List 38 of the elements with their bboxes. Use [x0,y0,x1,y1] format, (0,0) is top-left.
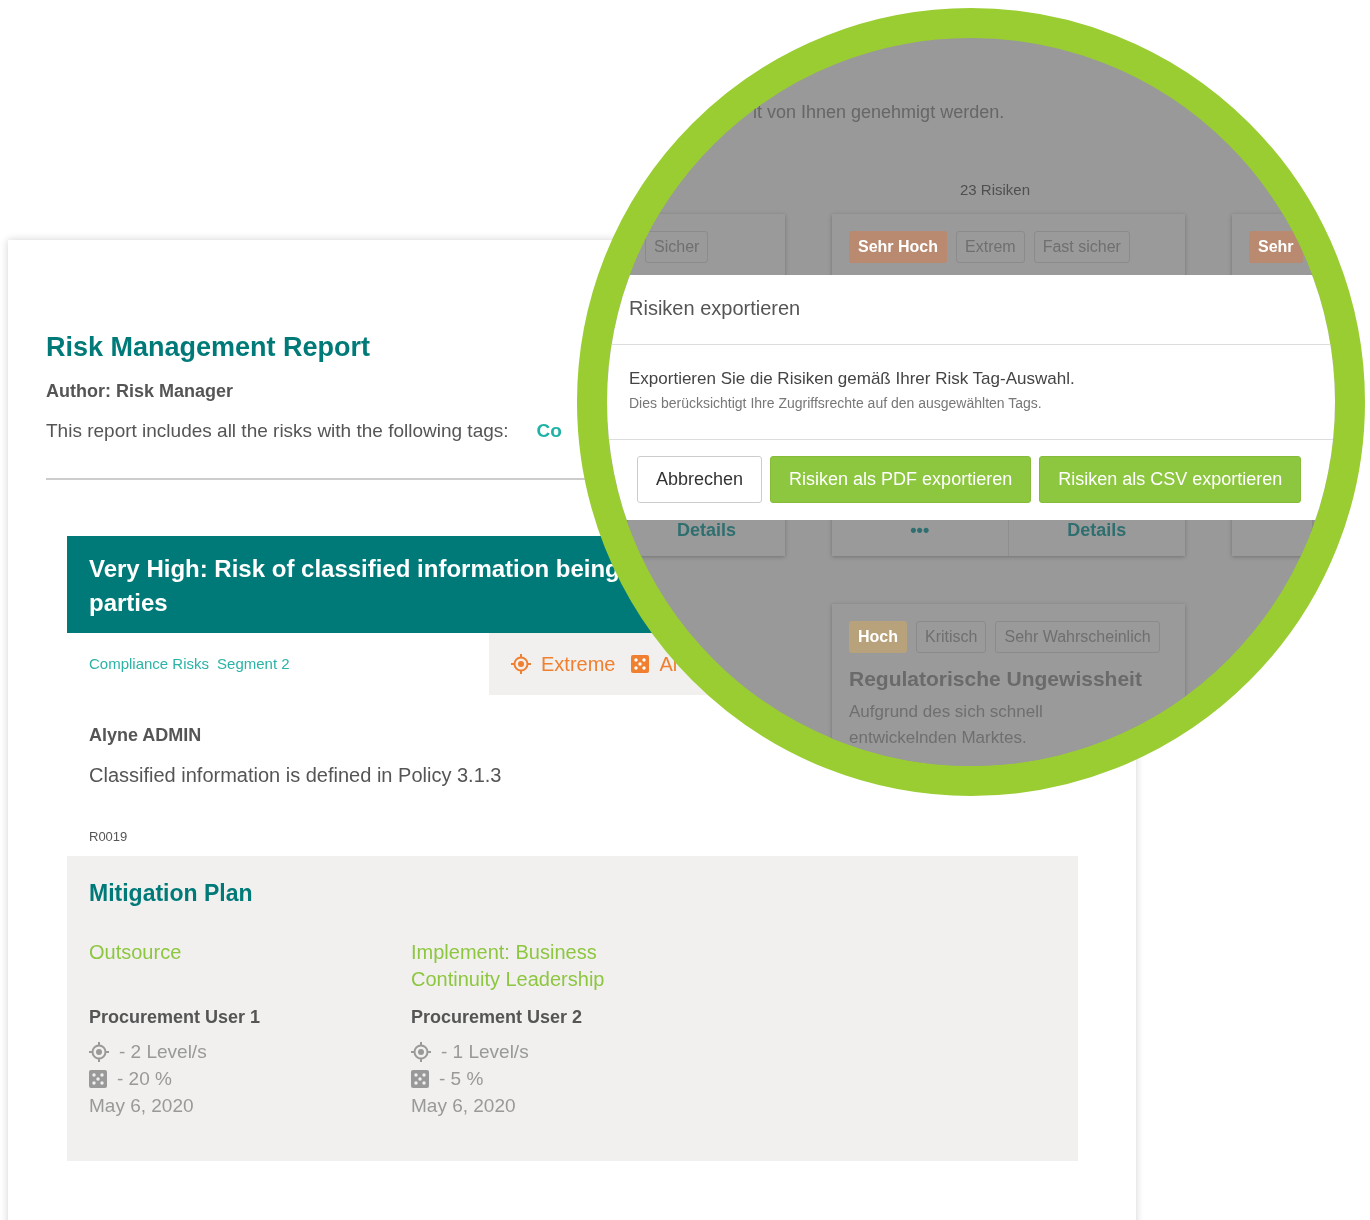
level-tag: Sehr [1249,231,1303,263]
risk-description: Classified information is defined in Policy 3.1.3 [89,764,502,787]
target-icon [89,1041,109,1062]
risk-title: parties [89,588,168,618]
measure-name: Outsource [89,940,183,965]
risk-owner: Alyne ADMIN [89,725,202,746]
cancel-button[interactable]: Abbrechen [637,456,763,503]
dice-icon [631,655,650,673]
risk-id: R0019 [89,829,128,844]
export-button[interactable]: Risiken als CSV exportieren [1039,456,1302,503]
risk-tag: Segment 2 [217,655,290,672]
measure-owner: Procurement User 1 [89,1007,262,1028]
dialog-title: Risiken exportieren [629,297,802,320]
export-button[interactable]: Risiken als PDF exportieren [770,456,1032,503]
likelihood-reduction: - 5 % [439,1067,484,1091]
report-title: Risk Management Report [46,332,371,363]
impact-rating: Extreme [541,652,616,676]
target-icon [411,1041,431,1062]
risk-tag: Compliance Risks [89,655,210,672]
impact-reduction: - 2 Level/s [119,1040,207,1064]
tags-intro: This report includes all the risks with the following tags: [46,420,509,442]
dialog-message: Exportieren Sie die Risiken gemäß Ihrer Risk Tag-Auswahl. [629,369,1076,389]
mitigation-title: Mitigation Plan [89,880,253,907]
dice-icon [89,1069,107,1088]
measure-date: May 6, 2020 [411,1094,516,1118]
dice-icon [411,1069,429,1088]
dialog-note: Dies berücksichtigt Ihre Zugriffsrechte auf den ausgewählten Tags. [629,395,1043,411]
target-icon [511,654,531,674]
measure-owner: Procurement User 2 [411,1007,584,1028]
impact-reduction: - 1 Level/s [441,1040,529,1064]
measure-name: Implement: Business Continuity Leadership [411,940,606,992]
report-author: Author: Risk Manager [46,381,234,402]
level-tag: Hoch [849,621,907,653]
level-tag: Sehr Hoch [849,231,947,263]
report-tag: Co [536,420,562,442]
measure-date: May 6, 2020 [89,1094,194,1118]
risk-count: 23 Risiken [960,181,1031,198]
likelihood-reduction: - 20 % [117,1067,172,1091]
